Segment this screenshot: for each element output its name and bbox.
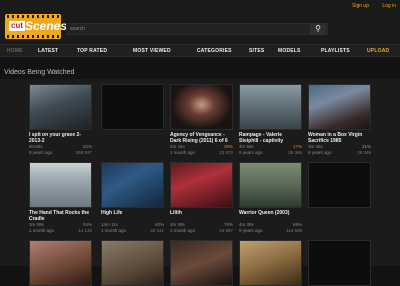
nav-latest[interactable]: LATEST: [38, 48, 58, 54]
video-age: 9 years ago: [239, 227, 263, 233]
nav-playlists[interactable]: PLAYLISTS: [321, 48, 350, 54]
video-views: 13 872: [219, 149, 233, 155]
video-thumbnail[interactable]: [170, 162, 233, 208]
video-duration: 9m45s: [29, 144, 43, 149]
video-age: 9 years ago: [308, 149, 332, 155]
video-duration: 4m 30s: [239, 222, 254, 227]
video-thumbnail[interactable]: [308, 84, 371, 130]
video-grid: I spit on your grave 2- 2013-2 9m45s 62% …: [0, 79, 400, 286]
video-thumbnail[interactable]: [308, 162, 371, 208]
video-age: 9 years ago: [29, 149, 53, 155]
video-views: 268 937: [75, 149, 92, 155]
video-card[interactable]: Rampage - Valerie Steiphill - captivity …: [239, 84, 302, 155]
video-views: 114 536: [286, 227, 302, 233]
video-thumbnail[interactable]: [101, 84, 164, 130]
video-card[interactable]: High Life 14m 11s 60% 1 month ago 40 341: [101, 162, 164, 233]
video-card[interactable]: The Hand That Rocks the Cradle 3m 08s 54%…: [29, 162, 92, 233]
video-age: 9 years ago: [239, 149, 263, 155]
video-title[interactable]: Rampage - Valerie Steiphill - captivity: [239, 132, 302, 144]
video-card[interactable]: [101, 240, 164, 286]
video-views: 23 997: [219, 227, 233, 233]
search-icon: ⚲: [315, 24, 321, 33]
video-duration: 2m 44s: [170, 144, 185, 149]
search-button[interactable]: ⚲: [310, 23, 326, 35]
video-title[interactable]: The Hand That Rocks the Cradle: [29, 210, 92, 222]
film-strip-icon: cut Scenes: [5, 14, 67, 39]
nav-most-viewed[interactable]: MOST VIEWED: [133, 48, 171, 54]
video-card[interactable]: [239, 240, 302, 286]
search-box: [66, 23, 328, 35]
search-input[interactable]: [67, 24, 305, 34]
video-title[interactable]: High Life: [101, 210, 164, 222]
main-nav: HOME LATEST TOP RATED MOST VIEWED CATEGO…: [0, 44, 400, 57]
video-views: 35 346: [357, 149, 371, 155]
video-title[interactable]: I spit on your grave 2- 2013-2: [29, 132, 92, 144]
video-views: 40 341: [150, 227, 164, 233]
video-duration: 14m 11s: [101, 222, 118, 227]
video-card[interactable]: [29, 240, 92, 286]
video-thumbnail[interactable]: [101, 240, 164, 286]
video-title[interactable]: Woman in a Box Virgin Sacrifice 1985: [308, 132, 371, 144]
video-card[interactable]: Lilith 3m 39s 78% 1 month ago 23 997: [170, 162, 233, 233]
video-card[interactable]: [170, 240, 233, 286]
nav-upload[interactable]: UPLOAD: [367, 48, 389, 54]
video-card[interactable]: [308, 162, 371, 208]
auth-links: Sign up Log in: [340, 3, 396, 9]
video-card[interactable]: Woman in a Box Virgin Sacrifice 1985 3m …: [308, 84, 371, 155]
video-thumbnail[interactable]: [239, 240, 302, 286]
login-link[interactable]: Log in: [382, 3, 396, 9]
video-title[interactable]: Warrior Queen (2003): [239, 210, 302, 222]
header: cut Scenes ⚲ Sign up Log in: [0, 0, 400, 44]
video-age: 1 month ago: [29, 227, 55, 233]
site-logo[interactable]: cut Scenes: [5, 14, 67, 39]
logo-cut-text: cut: [9, 21, 25, 31]
video-duration: 3m 59s: [239, 144, 254, 149]
video-title[interactable]: Agency of Vengeance - Dark Rising (2011)…: [170, 132, 233, 144]
video-thumbnail[interactable]: [170, 240, 233, 286]
video-thumbnail[interactable]: [239, 84, 302, 130]
video-age: 1 month ago: [170, 149, 196, 155]
video-thumbnail[interactable]: [308, 240, 371, 286]
nav-sites[interactable]: SITES: [249, 48, 264, 54]
video-thumbnail[interactable]: [29, 162, 92, 208]
video-card[interactable]: I spit on your grave 2- 2013-2 9m45s 62% …: [29, 84, 92, 155]
section-title: Videos Being Watched: [4, 69, 75, 76]
video-card[interactable]: [101, 84, 164, 130]
video-thumbnail[interactable]: [239, 162, 302, 208]
video-age: 1 month ago: [101, 227, 127, 233]
video-duration: 3m 08s: [29, 222, 44, 227]
video-views: 14 135: [78, 227, 92, 233]
video-age: 1 month ago: [170, 227, 196, 233]
video-thumbnail[interactable]: [101, 162, 164, 208]
signup-link[interactable]: Sign up: [352, 3, 369, 9]
nav-home[interactable]: HOME: [7, 48, 23, 54]
video-card[interactable]: Warrior Queen (2003) 4m 30s 69% 9 years a…: [239, 162, 302, 233]
video-thumbnail[interactable]: [29, 84, 92, 130]
video-views: 29 365: [288, 149, 302, 155]
video-duration: 3m 39s: [170, 222, 185, 227]
video-title[interactable]: Lilith: [170, 210, 233, 222]
nav-categories[interactable]: CATEGORIES: [197, 48, 232, 54]
video-card[interactable]: [308, 240, 371, 286]
video-thumbnail[interactable]: [29, 240, 92, 286]
nav-top-rated[interactable]: TOP RATED: [77, 48, 107, 54]
video-thumbnail[interactable]: [170, 84, 233, 130]
video-card[interactable]: Agency of Vengeance - Dark Rising (2011)…: [170, 84, 233, 155]
video-duration: 3m 35s: [308, 144, 323, 149]
logo-scenes-text: Scenes: [25, 19, 68, 33]
nav-models[interactable]: MODELS: [278, 48, 301, 54]
